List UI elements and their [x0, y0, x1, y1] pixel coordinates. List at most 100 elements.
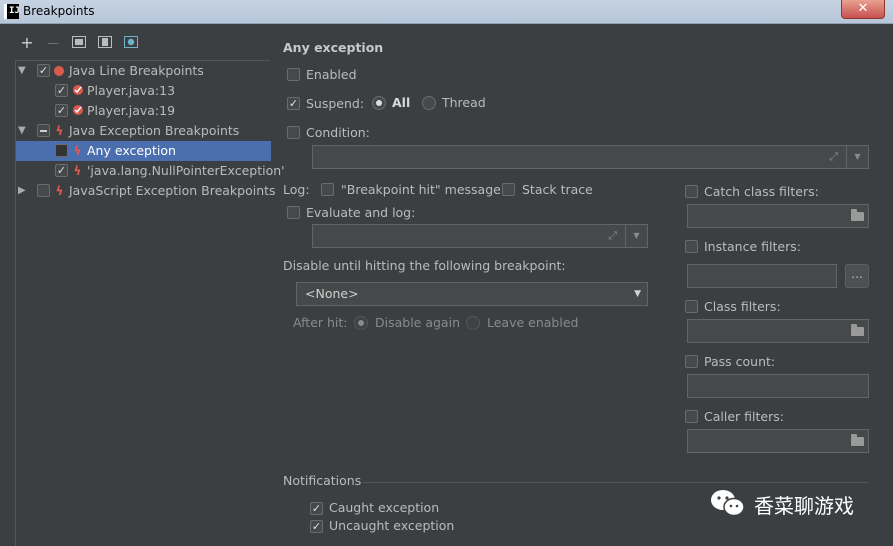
folder-icon[interactable]	[846, 320, 868, 342]
wechat-logo-icon	[711, 490, 745, 517]
disable-until-select[interactable]: <None> ▼	[296, 282, 648, 306]
caller-filters-checkbox[interactable]	[685, 410, 698, 423]
stack-trace-label: Stack trace	[522, 182, 593, 197]
line-breakpoint-icon	[71, 104, 84, 118]
title-bar: IJ Breakpoints ✕	[0, 0, 893, 24]
breakpoint-tree-panel: + — ▼ ✓ Java Line Breakpoints ✓ Player.j…	[0, 25, 285, 546]
tree-checkbox[interactable]: ✓	[55, 164, 68, 177]
evaluate-log-input[interactable]: ⤢ ▼	[312, 224, 648, 248]
disable-again-label: Disable again	[375, 315, 460, 330]
tree-item-label: Java Exception Breakpoints	[69, 123, 240, 138]
disable-again-radio[interactable]	[354, 316, 368, 330]
pass-count-input[interactable]	[687, 374, 869, 398]
class-filters-input[interactable]	[687, 319, 869, 343]
expand-arrow-icon[interactable]: ▼	[18, 121, 30, 141]
exception-bolt-icon: ϟ	[73, 164, 82, 178]
group-class-icon	[124, 36, 138, 48]
watermark-text: 香菜聊游戏	[754, 494, 854, 518]
instance-filters-checkbox[interactable]	[685, 240, 698, 253]
tree-group-java-exception[interactable]: ▼ ϟ Java Exception Breakpoints	[16, 121, 271, 141]
caught-exception-checkbox[interactable]: ✓	[310, 502, 323, 515]
stack-trace-checkbox[interactable]	[502, 183, 515, 196]
window-title: Breakpoints	[23, 4, 95, 18]
tree-item-label: 'java.lang.NullPointerException'	[87, 163, 285, 178]
tree-item-label: Java Line Breakpoints	[69, 63, 204, 78]
tree-checkbox[interactable]	[37, 184, 50, 197]
enabled-checkbox[interactable]	[287, 68, 300, 81]
catch-filters-input[interactable]	[687, 204, 869, 228]
tree-checkbox[interactable]	[55, 144, 68, 157]
tree-item-label: JavaScript Exception Breakpoints	[69, 183, 276, 198]
expand-arrow-icon[interactable]: ▼	[18, 61, 30, 81]
log-message-label: "Breakpoint hit" message	[341, 182, 501, 197]
disable-until-label: Disable until hitting the following brea…	[283, 258, 566, 273]
tree-item-player-19[interactable]: ✓ Player.java:19	[16, 101, 271, 121]
expand-icon[interactable]: ⤢	[608, 229, 617, 243]
tree-toolbar: + —	[0, 25, 270, 59]
intellij-logo-icon: IJ	[4, 4, 20, 19]
tree-item-player-13[interactable]: ✓ Player.java:13	[16, 81, 271, 101]
tree-item-label: Player.java:13	[87, 83, 176, 98]
red-dot-icon	[53, 64, 66, 78]
tree-checkbox-partial[interactable]	[37, 124, 50, 137]
close-button[interactable]: ✕	[841, 0, 885, 19]
group-file-icon	[98, 36, 112, 48]
condition-input[interactable]: ⤢ ▼	[312, 145, 869, 169]
suspend-thread-label: Thread	[442, 95, 486, 110]
expand-icon[interactable]: ⤢	[829, 150, 838, 164]
suspend-all-label: All	[392, 95, 411, 110]
pass-count-checkbox[interactable]	[685, 355, 698, 368]
tree-item-npe[interactable]: ✓ ϟ 'java.lang.NullPointerException'	[16, 161, 285, 181]
log-label: Log:	[283, 182, 310, 197]
leave-enabled-radio[interactable]	[466, 316, 480, 330]
tree-checkbox[interactable]: ✓	[55, 84, 68, 97]
notifications-divider	[362, 482, 869, 483]
folder-icon[interactable]	[846, 205, 868, 227]
pass-count-label: Pass count:	[704, 354, 776, 369]
evaluate-log-label: Evaluate and log:	[306, 205, 416, 220]
condition-checkbox[interactable]	[287, 126, 300, 139]
suspend-checkbox[interactable]: ✓	[287, 97, 300, 110]
after-hit-label: After hit:	[293, 315, 348, 330]
suspend-thread-radio[interactable]	[422, 96, 436, 110]
evaluate-history-dropdown[interactable]: ▼	[625, 225, 647, 247]
tree-checkbox[interactable]: ✓	[55, 104, 68, 117]
group-by-class-button[interactable]	[124, 36, 138, 50]
collapse-arrow-icon[interactable]: ▶	[18, 181, 30, 201]
remove-breakpoint-button[interactable]: —	[46, 36, 60, 50]
notifications-label: Notifications	[283, 473, 362, 488]
leave-enabled-label: Leave enabled	[487, 315, 579, 330]
condition-history-dropdown[interactable]: ▼	[846, 146, 868, 168]
breakpoint-tree: ▼ ✓ Java Line Breakpoints ✓ Player.java:…	[15, 60, 285, 546]
catch-filters-checkbox[interactable]	[685, 185, 698, 198]
chevron-down-icon: ▼	[634, 289, 641, 299]
suspend-all-radio[interactable]	[372, 96, 386, 110]
disable-until-value: <None>	[305, 286, 359, 301]
catch-filters-label: Catch class filters:	[704, 184, 819, 199]
class-filters-checkbox[interactable]	[685, 300, 698, 313]
group-by-package-button[interactable]	[72, 36, 86, 50]
add-breakpoint-button[interactable]: +	[20, 35, 34, 51]
suspend-label: Suspend:	[306, 96, 365, 111]
exception-bolt-icon: ϟ	[55, 124, 64, 138]
tree-item-label: Any exception	[87, 143, 176, 158]
tree-group-java-line[interactable]: ▼ ✓ Java Line Breakpoints	[16, 61, 271, 81]
tree-checkbox[interactable]: ✓	[37, 64, 50, 77]
uncaught-exception-label: Uncaught exception	[329, 518, 455, 533]
folder-icon[interactable]	[846, 430, 868, 452]
instance-filters-input[interactable]	[687, 264, 837, 288]
caught-exception-label: Caught exception	[329, 500, 440, 515]
group-by-file-button[interactable]	[98, 36, 112, 50]
class-filters-label: Class filters:	[704, 299, 781, 314]
evaluate-log-checkbox[interactable]	[287, 206, 300, 219]
line-breakpoint-icon	[71, 84, 84, 98]
caller-filters-input[interactable]	[687, 429, 869, 453]
condition-label: Condition:	[306, 125, 370, 140]
instance-filters-browse-button[interactable]: ...	[845, 264, 869, 288]
tree-item-any-exception[interactable]: ϟ Any exception	[16, 141, 271, 161]
exception-bolt-icon: ϟ	[55, 184, 64, 198]
uncaught-exception-checkbox[interactable]: ✓	[310, 520, 323, 533]
tree-group-javascript-exception[interactable]: ▶ ϟ JavaScript Exception Breakpoints	[16, 181, 276, 201]
enabled-label: Enabled	[306, 67, 357, 82]
log-message-checkbox[interactable]	[321, 183, 334, 196]
